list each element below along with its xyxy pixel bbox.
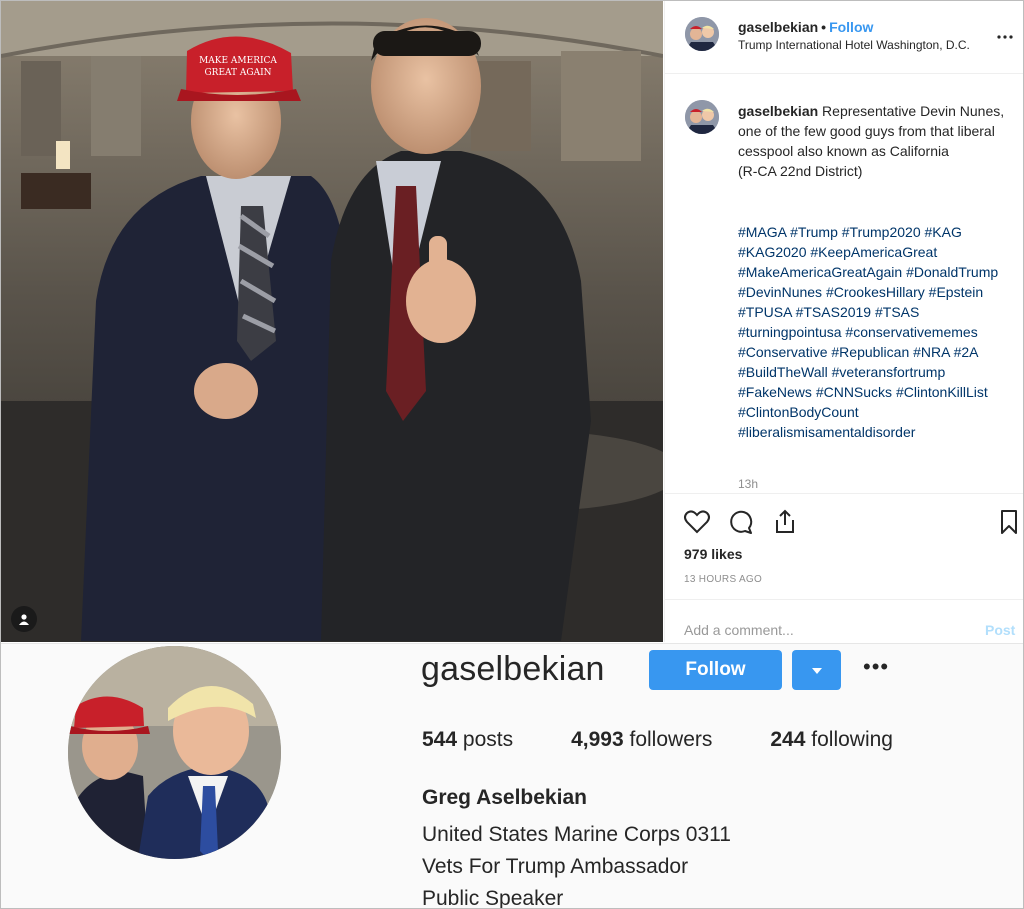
- hat-text-2: GREAT AGAIN: [204, 68, 271, 78]
- caption-area: gaselbekian Representative Devin Nunes, …: [665, 73, 1023, 493]
- action-bar: 979 likes 13 HOURS AGO: [665, 493, 1023, 600]
- hashtag-link[interactable]: #DevinNunes: [738, 284, 822, 300]
- posts-label: posts: [462, 728, 514, 751]
- post-sidebar: gaselbekian • Follow Trump International H…: [664, 1, 1023, 643]
- posts-count: 544: [422, 728, 458, 751]
- following-stat[interactable]: 244 following: [770, 728, 893, 752]
- hashtag-link[interactable]: #KAG2020: [738, 244, 807, 260]
- hashtag-link[interactable]: #CNNSucks: [816, 384, 892, 400]
- comment-icon[interactable]: [727, 508, 755, 536]
- profile-username: gaselbekian: [421, 650, 605, 688]
- caption-district: (R-CA 22nd District): [738, 163, 863, 179]
- bio-line: Vets For Trump Ambassador: [422, 855, 689, 878]
- hashtag-link[interactable]: #KAG: [925, 224, 962, 240]
- post-photo-illustration: MAKE AMERICA GREAT AGAIN: [1, 1, 663, 642]
- hashtag-link[interactable]: #liberalismisamentaldisorder: [738, 424, 915, 440]
- header-user-line: gaselbekian • Follow: [738, 19, 873, 35]
- following-label: following: [811, 728, 893, 751]
- follow-button[interactable]: Follow: [649, 650, 782, 690]
- hashtag-link[interactable]: #conservativememes: [845, 324, 977, 340]
- profile-picture[interactable]: [68, 646, 281, 859]
- hashtag-link[interactable]: #MakeAmericaGreatAgain: [738, 264, 902, 280]
- screenshot-frame: MAKE AMERICA GREAT AGAIN gaselbekian • F…: [0, 0, 1024, 909]
- post-photo[interactable]: MAKE AMERICA GREAT AGAIN: [1, 1, 663, 642]
- header-username[interactable]: gaselbekian: [738, 19, 818, 35]
- profile-header: gaselbekian Follow ••• 544 posts 4,993 f…: [1, 643, 1023, 909]
- instagram-post: MAKE AMERICA GREAT AGAIN gaselbekian • F…: [1, 1, 1023, 642]
- hashtag-link[interactable]: #BuildTheWall: [738, 364, 828, 380]
- profile-options-icon[interactable]: •••: [863, 654, 889, 680]
- heart-icon[interactable]: [683, 508, 711, 536]
- hashtag-link[interactable]: #Trump2020: [842, 224, 921, 240]
- hashtag-link[interactable]: #KeepAmericaGreat: [810, 244, 937, 260]
- bio-line: United States Marine Corps 0311: [422, 823, 731, 846]
- hashtag-link[interactable]: #2A: [954, 344, 978, 360]
- comment-row: Post: [665, 599, 1023, 643]
- comment-input[interactable]: [684, 622, 944, 638]
- profile-picture-illustration: [68, 646, 281, 859]
- post-comment-button[interactable]: Post: [985, 622, 1015, 638]
- post-header: gaselbekian • Follow Trump International H…: [665, 1, 1023, 74]
- hashtag-link[interactable]: #Epstein: [929, 284, 983, 300]
- hashtag-link[interactable]: #ClintonBodyCount: [738, 404, 859, 420]
- posted-time: 13 HOURS AGO: [684, 574, 763, 585]
- followers-stat[interactable]: 4,993 followers: [571, 728, 712, 752]
- profile-stats: 544 posts 4,993 followers 244 following: [422, 728, 951, 752]
- hashtag-link[interactable]: #MAGA: [738, 224, 786, 240]
- hashtag-link[interactable]: #veteransfortrump: [832, 364, 946, 380]
- hashtag-link[interactable]: #DonaldTrump: [906, 264, 998, 280]
- caption-username[interactable]: gaselbekian: [738, 103, 818, 119]
- caption-avatar[interactable]: [685, 100, 719, 134]
- bookmark-icon[interactable]: [995, 508, 1023, 536]
- header-separator: •: [821, 19, 827, 35]
- hashtag-link[interactable]: #TSAS: [875, 304, 919, 320]
- followers-count: 4,993: [571, 728, 624, 751]
- header-location[interactable]: Trump International Hotel Washington, D.…: [738, 38, 970, 52]
- profile-full-name: Greg Aselbekian: [422, 786, 587, 809]
- hashtag-link[interactable]: #TSAS2019: [796, 304, 872, 320]
- hashtag-link[interactable]: #turningpointusa: [738, 324, 842, 340]
- hashtag-link[interactable]: #CrookesHillary: [826, 284, 925, 300]
- bio-line: Public Speaker: [422, 887, 564, 909]
- following-count: 244: [770, 728, 806, 751]
- hashtag-link[interactable]: #Republican: [831, 344, 909, 360]
- caption-text: gaselbekian Representative Devin Nunes, …: [738, 101, 1018, 181]
- likes-count[interactable]: 979 likes: [684, 546, 742, 562]
- hashtag-link[interactable]: #Conservative: [738, 344, 828, 360]
- hashtag-list: #MAGA #Trump #Trump2020 #KAG #KAG2020 #K…: [738, 222, 1020, 442]
- followers-label: followers: [629, 728, 713, 751]
- chevron-down-icon: [811, 663, 823, 678]
- profile-bio: United States Marine Corps 0311 Vets For…: [422, 819, 731, 909]
- hat-text-1: MAKE AMERICA: [199, 56, 277, 66]
- caption-time: 13h: [738, 477, 759, 491]
- hashtag-link[interactable]: #Trump: [790, 224, 838, 240]
- more-horizontal-icon[interactable]: [997, 23, 1013, 44]
- avatar[interactable]: [685, 17, 719, 51]
- hashtag-link[interactable]: #TPUSA: [738, 304, 792, 320]
- hashtag-link[interactable]: #ClintonKillList: [896, 384, 988, 400]
- header-follow-link[interactable]: Follow: [829, 19, 873, 35]
- share-icon[interactable]: [771, 508, 799, 536]
- hashtag-link[interactable]: #NRA: [913, 344, 950, 360]
- posts-stat[interactable]: 544 posts: [422, 728, 513, 752]
- suggested-dropdown-button[interactable]: [792, 650, 841, 690]
- user-tag-icon[interactable]: [11, 606, 37, 632]
- hashtag-link[interactable]: #FakeNews: [738, 384, 812, 400]
